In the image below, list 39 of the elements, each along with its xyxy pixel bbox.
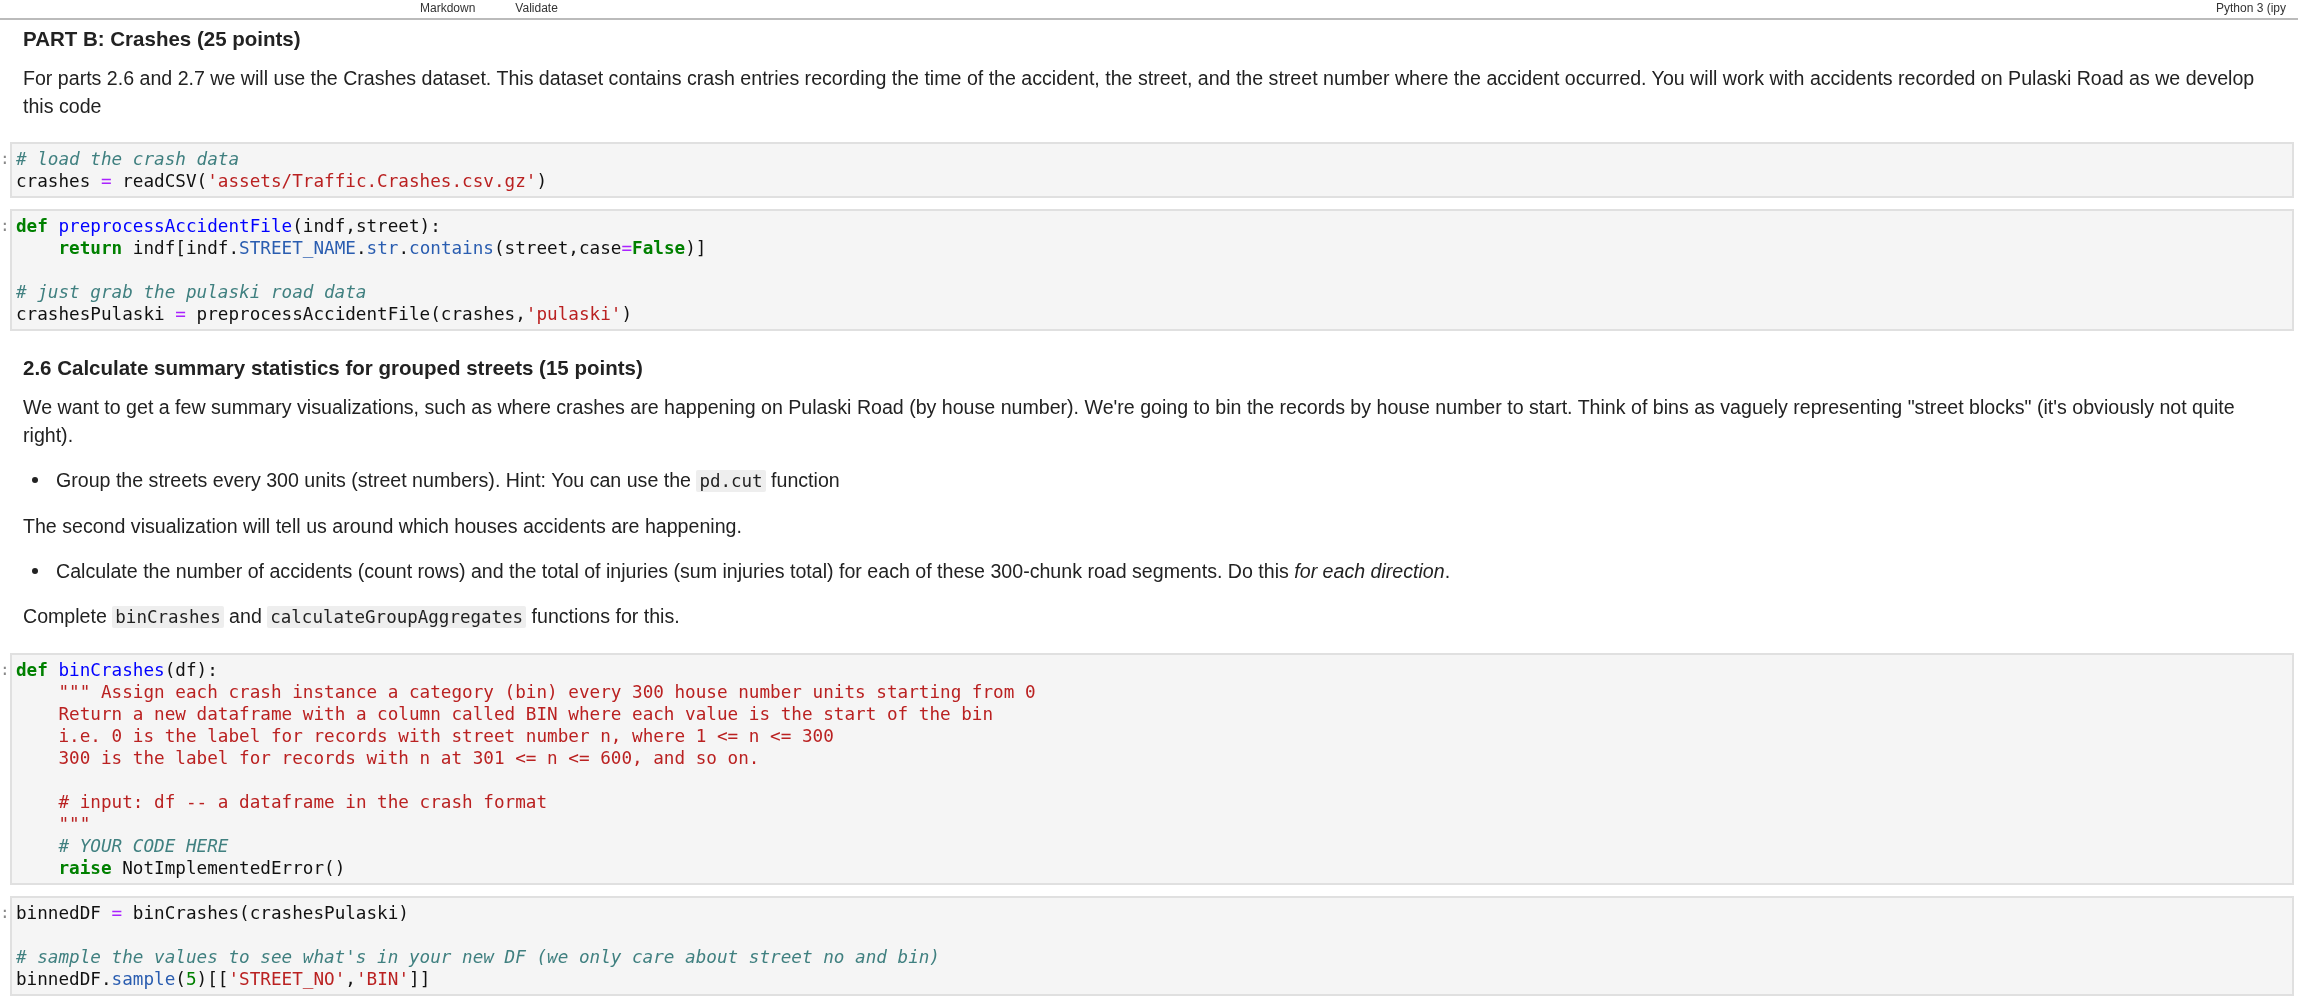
code-cell[interactable]: def preprocessAccidentFile(indf,street): return indf[indf.STREET_NAME.str.contains(street,case=False)] # just grab the pulaski road data crashesPulaski = preprocessAccidentFile(crashes,'pulaski') — [10, 209, 2294, 331]
code-line: # sample the values to see what's in your new DF (we only care about street no and bin) — [16, 946, 940, 968]
bullet-text: Calculate the number of accidents (count rows) and the total of injuries (sum injuries total) for each of these 300-chunk road segments. Do this for each direction. — [56, 559, 1452, 584]
code-line: binnedDF = binCrashes(crashesPulaski) — [16, 902, 409, 924]
cell-prompt: : — [0, 659, 10, 681]
code-line: # just grab the pulaski road data — [16, 281, 367, 303]
code-cell[interactable]: # load the crash data crashes = readCSV('assets/Traffic.Crashes.csv.gz') — [10, 142, 2294, 198]
code-line: 300 is the label for records with n at 301 <= n <= 600, and so on. — [58, 747, 760, 769]
paragraph: Complete binCrashes and calculateGroupAggregates functions for this. — [23, 604, 681, 630]
section-heading: 2.6 Calculate summary statistics for grouped streets (15 points) — [23, 355, 643, 381]
kernel-name: Python 3 (ipy — [2215, 1, 2286, 15]
paragraph: We want to get a few summary visualizations, such as where crashes are happening on Pulaski Road (by house number). We're going to bin the records by house number to start. Think of bins as vaguely representing "street blocks" (it's obviously not quite right). — [23, 395, 2236, 448]
code-line: crashesPulaski = preprocessAccidentFile(crashes,'pulaski') — [16, 303, 632, 325]
code-line: # YOUR CODE HERE — [58, 835, 229, 857]
paragraph: The second visualization will tell us around which houses accidents are happening. — [23, 514, 743, 539]
code-line: raise NotImplementedError() — [58, 857, 346, 879]
code-line: """ Assign each crash instance a category (bin) every 300 house number units starting from 0 — [58, 681, 1036, 703]
cell-prompt: : — [0, 215, 10, 237]
code-line: # load the crash data — [16, 148, 240, 170]
validate-button[interactable]: Validate — [515, 1, 558, 15]
code-line: def binCrashes(df): — [16, 659, 218, 681]
bullet-icon — [32, 477, 38, 483]
code-cell[interactable] — [10, 653, 2294, 885]
code-cell[interactable]: binnedDF = binCrashes(crashesPulaski) # sample the values to see what's in your new DF (we only care about street no and bin) binnedDF.sample(5)[['STREET_NO','BIN']] — [10, 896, 2294, 996]
code-line: crashes = readCSV('assets/Traffic.Crashes.csv.gz') — [16, 170, 548, 192]
code-line: def preprocessAccidentFile(indf,street): — [16, 215, 441, 237]
cell-type-dropdown[interactable]: Markdown — [420, 1, 476, 15]
bullet-text: Group the streets every 300 units (street numbers). Hint: You can use the pd.cut function — [56, 468, 841, 494]
bullet-icon — [32, 568, 38, 574]
section-heading: PART B: Crashes (25 points) — [23, 26, 301, 52]
cell-prompt: : — [0, 148, 10, 170]
code-line: binnedDF.sample(5)[['STREET_NO','BIN']] — [16, 968, 431, 990]
code-line: i.e. 0 is the label for records with street number n, where 1 <= n <= 300 — [58, 725, 834, 747]
code-line: # input: df -- a dataframe in the crash format — [58, 791, 548, 813]
code-line: """ — [58, 813, 91, 835]
code-line: return indf[indf.STREET_NAME.str.contains(street,case=False)] — [58, 237, 707, 259]
cell-prompt: : — [0, 902, 10, 924]
code-line: Return a new dataframe with a column called BIN where each value is the start of the bin — [58, 703, 994, 725]
paragraph: For parts 2.6 and 2.7 we will use the Crashes dataset. This dataset contains crash entries recording the time of the accident, the street, and the street number where the accident occurred. You will work with accidents recorded on Pulaski Road as we develop this code — [23, 66, 2256, 119]
